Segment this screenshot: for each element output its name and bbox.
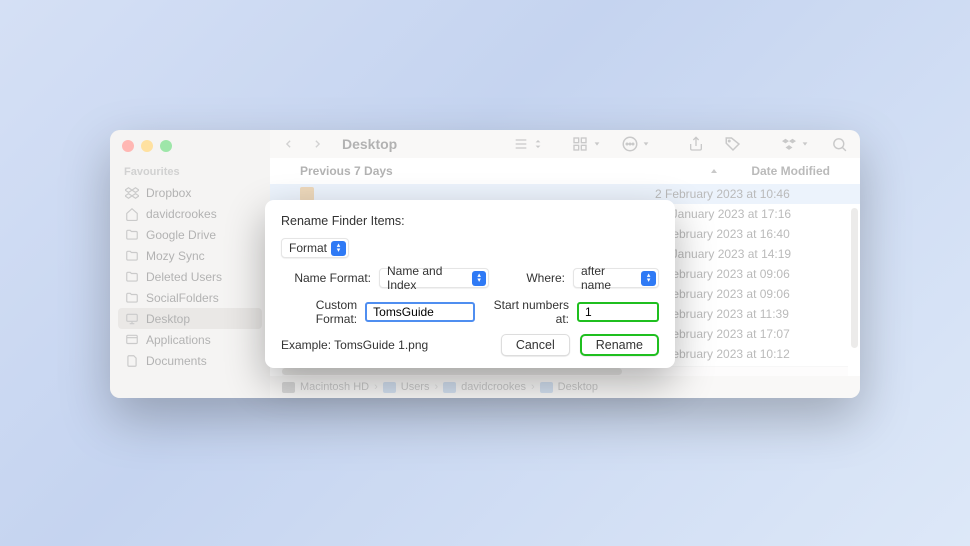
file-date: 3 February 2023 at 17:07 bbox=[655, 327, 840, 341]
sidebar-item-label: Dropbox bbox=[146, 186, 191, 200]
breadcrumb-item[interactable]: davidcrookes bbox=[461, 381, 526, 393]
image-file-icon bbox=[300, 187, 314, 201]
sidebar-item-google-drive[interactable]: Google Drive bbox=[118, 224, 262, 245]
file-date: 31 January 2023 at 14:19 bbox=[655, 247, 840, 261]
desktop-icon bbox=[124, 311, 139, 326]
folder-icon bbox=[124, 290, 139, 305]
folder-icon bbox=[124, 227, 139, 242]
chevron-right-icon: › bbox=[434, 381, 438, 393]
sidebar-item-mozy-sync[interactable]: Mozy Sync bbox=[118, 245, 262, 266]
toolbar: Desktop bbox=[270, 130, 860, 158]
folder-icon bbox=[383, 382, 396, 393]
sidebar-item-applications[interactable]: Applications bbox=[118, 329, 262, 350]
section-header[interactable]: Previous 7 Days Date Modified bbox=[270, 158, 860, 184]
where-dropdown[interactable]: after name ▴▾ bbox=[573, 268, 659, 288]
sidebar-item-socialfolders[interactable]: SocialFolders bbox=[118, 287, 262, 308]
dropdown-value: Name and Index bbox=[387, 264, 468, 292]
custom-format-input[interactable] bbox=[365, 302, 475, 322]
path-bar: Macintosh HD › Users › davidcrookes › De… bbox=[270, 376, 860, 398]
chevron-up-icon bbox=[709, 166, 719, 176]
chevron-right-icon: › bbox=[374, 381, 378, 393]
folder-icon bbox=[443, 382, 456, 393]
file-date: 3 February 2023 at 11:39 bbox=[655, 307, 840, 321]
sidebar-item-label: Applications bbox=[146, 333, 211, 347]
start-numbers-input[interactable] bbox=[577, 302, 659, 322]
sidebar-item-label: Deleted Users bbox=[146, 270, 222, 284]
name-format-dropdown[interactable]: Name and Index ▴▾ bbox=[379, 268, 489, 288]
file-date: 6 February 2023 at 10:12 bbox=[655, 347, 840, 361]
dialog-title: Rename Finder Items: bbox=[281, 214, 659, 228]
minimize-dot[interactable] bbox=[141, 140, 153, 152]
rename-button[interactable]: Rename bbox=[580, 334, 659, 356]
sidebar-item-label: Mozy Sync bbox=[146, 249, 205, 263]
file-date: 3 February 2023 at 09:06 bbox=[655, 267, 840, 281]
sidebar-item-dropbox[interactable]: Dropbox bbox=[118, 182, 262, 203]
window-controls bbox=[122, 140, 262, 152]
documents-icon bbox=[124, 353, 139, 368]
breadcrumb-item[interactable]: Desktop bbox=[558, 381, 598, 393]
tags-button[interactable] bbox=[724, 135, 742, 153]
sidebar-item-desktop[interactable]: Desktop bbox=[118, 308, 262, 329]
sidebar-item-label: Desktop bbox=[146, 312, 190, 326]
sidebar-item-home[interactable]: davidcrookes bbox=[118, 203, 262, 224]
share-button[interactable] bbox=[688, 135, 704, 153]
custom-format-label: Custom Format: bbox=[281, 298, 357, 326]
search-button[interactable] bbox=[831, 136, 848, 153]
stepper-icon: ▴▾ bbox=[641, 271, 656, 286]
view-list-button[interactable] bbox=[511, 136, 542, 152]
dropbox-toolbar-button[interactable] bbox=[780, 137, 809, 151]
home-icon bbox=[124, 206, 139, 221]
sidebar-item-documents[interactable]: Documents bbox=[118, 350, 262, 371]
section-label: Previous 7 Days bbox=[300, 164, 393, 178]
where-label: Where: bbox=[526, 271, 565, 285]
dropdown-value: Format bbox=[289, 241, 327, 255]
forward-button[interactable] bbox=[311, 136, 324, 152]
sidebar-favourites-header: Favourites bbox=[124, 166, 256, 178]
file-date: 31 January 2023 at 17:16 bbox=[655, 207, 840, 221]
folder-icon bbox=[124, 269, 139, 284]
dropdown-value: after name bbox=[581, 264, 637, 292]
date-column-header[interactable]: Date Modified bbox=[751, 164, 830, 178]
close-dot[interactable] bbox=[122, 140, 134, 152]
file-date: 3 February 2023 at 09:06 bbox=[655, 287, 840, 301]
zoom-dot[interactable] bbox=[160, 140, 172, 152]
folder-icon bbox=[540, 382, 553, 393]
folder-icon bbox=[124, 248, 139, 263]
sidebar-item-label: Documents bbox=[146, 354, 207, 368]
start-numbers-label: Start numbers at: bbox=[491, 298, 569, 326]
sidebar-item-deleted-users[interactable]: Deleted Users bbox=[118, 266, 262, 287]
cancel-button[interactable]: Cancel bbox=[501, 334, 570, 356]
sidebar-item-label: Google Drive bbox=[146, 228, 216, 242]
sidebar-item-label: SocialFolders bbox=[146, 291, 219, 305]
rename-dialog: Rename Finder Items: Format ▴▾ Name Form… bbox=[265, 200, 675, 368]
chevron-right-icon: › bbox=[531, 381, 535, 393]
name-format-label: Name Format: bbox=[281, 271, 371, 285]
mode-dropdown[interactable]: Format ▴▾ bbox=[281, 238, 349, 258]
back-button[interactable] bbox=[282, 136, 295, 152]
file-date: 2 February 2023 at 10:46 bbox=[655, 187, 840, 201]
breadcrumb-item[interactable]: Macintosh HD bbox=[300, 381, 369, 393]
stepper-icon: ▴▾ bbox=[472, 271, 486, 286]
window-title: Desktop bbox=[342, 136, 397, 152]
dropbox-icon bbox=[124, 185, 139, 200]
action-menu-button[interactable] bbox=[621, 135, 650, 153]
sidebar-item-label: davidcrookes bbox=[146, 207, 217, 221]
sidebar: Favourites Dropbox davidcrookes Google D… bbox=[110, 130, 270, 398]
file-date: 6 February 2023 at 16:40 bbox=[655, 227, 840, 241]
view-grid-button[interactable] bbox=[570, 136, 601, 152]
disk-icon bbox=[282, 382, 295, 393]
scrollbar-thumb[interactable] bbox=[282, 368, 622, 375]
applications-icon bbox=[124, 332, 139, 347]
breadcrumb-item[interactable]: Users bbox=[401, 381, 430, 393]
vertical-scrollbar[interactable] bbox=[851, 208, 858, 348]
stepper-icon: ▴▾ bbox=[331, 241, 346, 256]
